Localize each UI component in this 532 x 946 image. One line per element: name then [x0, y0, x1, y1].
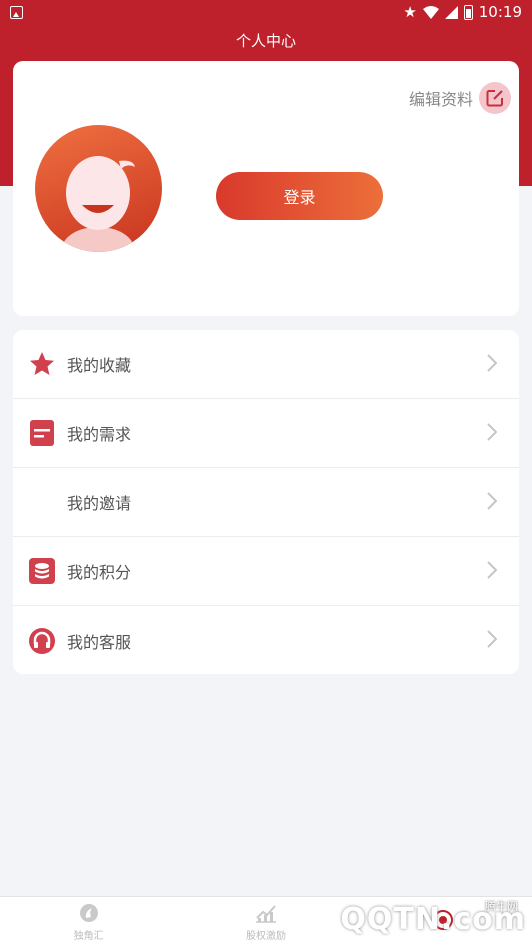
- tab-label: 独角汇: [73, 930, 104, 942]
- coins-icon: [29, 558, 55, 584]
- chevron-right-icon: [487, 630, 497, 648]
- star-icon: [29, 351, 55, 377]
- profile-card: 编辑资料 登录: [13, 61, 519, 316]
- headset-icon: [29, 627, 55, 654]
- watermark: 腾牛网 QQTN.com: [316, 894, 526, 944]
- watermark-sub: 腾牛网: [485, 900, 518, 913]
- page-title: 个人中心: [235, 32, 296, 50]
- menu-item-label: 我的积分: [67, 563, 132, 582]
- invite-icon: [29, 489, 55, 515]
- edit-icon: [479, 82, 511, 114]
- status-bar: ★ 10:19: [0, 0, 532, 24]
- login-button[interactable]: 登录: [216, 172, 383, 220]
- menu-item-label: 我的需求: [67, 425, 132, 444]
- edit-profile-button[interactable]: 编辑资料: [409, 82, 511, 114]
- signal-icon: [444, 5, 458, 19]
- unicorn-icon: [78, 902, 100, 924]
- menu-item-invitations[interactable]: 我的邀请: [13, 468, 519, 537]
- menu-item-points[interactable]: 我的积分: [13, 537, 519, 606]
- list-icon: [29, 420, 55, 446]
- menu-item-requirements[interactable]: 我的需求: [13, 399, 519, 468]
- status-time: 10:19: [478, 3, 522, 21]
- chevron-right-icon: [487, 354, 497, 372]
- menu-item-customer-service[interactable]: 我的客服: [13, 606, 519, 674]
- battery-icon: [463, 4, 473, 20]
- wifi-icon: [422, 5, 439, 19]
- tab-unicorn[interactable]: 独角汇: [0, 897, 177, 946]
- menu-item-favorites[interactable]: 我的收藏: [13, 330, 519, 399]
- menu-item-label: 我的客服: [67, 632, 132, 652]
- chevron-right-icon: [487, 423, 497, 441]
- chevron-right-icon: [487, 561, 497, 579]
- edit-profile-label: 编辑资料: [408, 90, 473, 109]
- menu-list: 我的收藏 我的需求 我的邀请 我的积分 我的客服: [13, 330, 519, 674]
- tab-label: 股权激励: [245, 930, 286, 942]
- menu-item-label: 我的邀请: [67, 494, 132, 513]
- chevron-right-icon: [487, 492, 497, 510]
- menu-item-label: 我的收藏: [67, 356, 132, 375]
- notification-icon: [10, 5, 23, 19]
- avatar[interactable]: [35, 125, 162, 252]
- star-icon: ★: [403, 3, 417, 21]
- chart-icon: [255, 902, 277, 924]
